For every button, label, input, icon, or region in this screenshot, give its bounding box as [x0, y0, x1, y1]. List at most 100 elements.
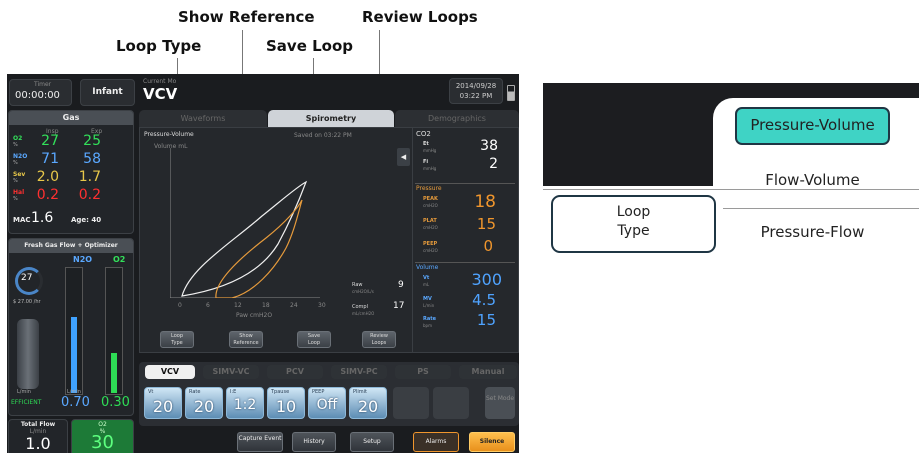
setup-button[interactable]: Setup — [350, 432, 394, 452]
plat-label: PLAT — [423, 218, 437, 224]
menu-option-pressure-flow[interactable]: Pressure-Flow — [735, 223, 890, 241]
pressure-title: Pressure — [416, 185, 442, 192]
optimizer-gauge-value: 27 — [21, 273, 33, 283]
x-tick-label: 6 — [206, 302, 210, 309]
current-mode-value: VCV — [143, 85, 178, 103]
peep-value: 0 — [483, 237, 493, 255]
mv-value: 4.5 — [472, 291, 496, 309]
plot-saved-label: Saved on 03:22 PM — [294, 132, 352, 139]
menu-option-flow-volume[interactable]: Flow-Volume — [735, 171, 890, 189]
mode-tab-vcv[interactable]: VCV — [145, 365, 195, 379]
spirometry-panel: Pressure-Volume Saved on 03:22 PM Volume… — [139, 127, 413, 353]
alarms-button[interactable]: Alarms — [413, 432, 459, 452]
optimizer-cost: $ 27.00 /hr — [13, 299, 41, 305]
gas-exp-3: 0.2 — [78, 187, 101, 203]
param-tpause-label: Tpause — [271, 389, 290, 395]
gas-unit-2: % — [13, 178, 18, 184]
save-loop-button[interactable]: Save Loop — [297, 331, 331, 348]
o2-percent-box[interactable]: O2 % 30 — [71, 419, 134, 453]
menu-separator — [543, 189, 919, 190]
set-mode-button[interactable]: Set Mode — [485, 387, 515, 419]
o2-flow-tube — [105, 267, 123, 395]
gas-agent-2: Sev — [13, 171, 26, 178]
peak-unit: cmH2O — [423, 203, 438, 208]
bag-icon — [17, 319, 39, 389]
menu-separator-2 — [723, 208, 919, 209]
fi-unit: mmHg — [423, 166, 437, 171]
loop-type-menu: Pressure-Volume Flow-Volume Loop Type Pr… — [543, 83, 919, 259]
x-tick-label: 18 — [262, 302, 270, 309]
co2-title: CO2 — [416, 130, 431, 138]
et-label: Et — [423, 141, 429, 147]
fresh-gas-unit-a: L/min — [17, 389, 31, 395]
o2-flow-value: 0.30 — [101, 395, 130, 410]
raw-label: Raw — [352, 282, 363, 288]
show-reference-button-l2: Reference — [233, 340, 259, 346]
tab-spirometry[interactable]: Spirometry — [268, 110, 394, 127]
fi-value: 2 — [489, 156, 498, 172]
param-rate[interactable]: Rate 20 — [185, 387, 223, 419]
timer-label: Timer — [34, 81, 52, 88]
review-loops-button-l2: Loops — [371, 340, 387, 346]
tab-demographics[interactable]: Demographics — [395, 110, 519, 127]
mode-tab-simv-pc[interactable]: SIMV-PC — [331, 365, 387, 379]
param-vt[interactable]: Vt 20 — [144, 387, 182, 419]
loop-type-menu-button-l1: Loop — [616, 204, 651, 220]
param-ie[interactable]: I:E 1:2 — [226, 387, 264, 419]
mv-unit: L/min — [423, 303, 435, 308]
patient-type-button[interactable]: Infant — [80, 79, 135, 106]
o2-percent-value: 30 — [91, 432, 114, 453]
loop-type-button-l1: Loop — [171, 333, 183, 339]
loop-type-button[interactable]: Loop Type — [160, 331, 194, 348]
readings-panel: CO2 Et mmHg 38 Fi mmHg 2 Pressure PEAK c… — [412, 127, 519, 353]
mode-tab-manual[interactable]: Manual — [459, 365, 517, 379]
capture-event-button[interactable]: Capture Event — [237, 432, 283, 452]
pressure-divider — [415, 183, 515, 184]
n2o-flow-bar — [71, 317, 77, 393]
n2o-flow-tube — [65, 267, 83, 395]
param-plimit-value: 20 — [357, 397, 379, 416]
save-loop-button-l1: Save — [307, 333, 321, 339]
raw-value: 9 — [398, 280, 404, 290]
total-flow-box[interactable]: Total Flow L/min 1.0 — [8, 419, 68, 453]
o2-column-label: O2 — [113, 255, 126, 264]
history-button[interactable]: History — [292, 432, 336, 452]
gas-panel: Gas Insp Exp O2% 27 25 N2O% 71 58 Sev% 2.0 1.7 Ha… — [8, 110, 134, 234]
gas-agent-0: O2 — [13, 135, 23, 142]
gas-insp-1: 71 — [41, 151, 59, 167]
gas-unit-3: % — [13, 196, 18, 202]
review-loops-button[interactable]: Review Loops — [362, 331, 396, 348]
tab-waveforms[interactable]: Waveforms — [139, 110, 267, 127]
et-value: 38 — [480, 138, 498, 154]
total-flow-label: Total Flow — [20, 421, 56, 428]
x-tick-label: 12 — [234, 302, 242, 309]
save-loop-button-l2: Loop — [308, 340, 320, 346]
timer-box[interactable]: Timer 00:00:00 — [9, 79, 72, 106]
silence-button[interactable]: Silence — [469, 432, 515, 452]
param-empty-2 — [433, 387, 469, 419]
current-mode-label: Current Mo — [143, 78, 177, 85]
param-tpause[interactable]: Tpause 10 — [267, 387, 305, 419]
x-tick-label: 0 — [178, 302, 182, 309]
param-peep[interactable]: PEEP Off — [308, 387, 346, 419]
vt-label: Vt — [423, 275, 430, 281]
collapse-arrow-button[interactable]: ◀ — [397, 148, 410, 166]
param-plimit[interactable]: Plimit 20 — [349, 387, 387, 419]
mode-tab-pcv[interactable]: PCV — [267, 365, 323, 379]
show-reference-button[interactable]: Show Reference — [229, 331, 263, 348]
time-value: 03:22 PM — [459, 92, 493, 100]
gas-panel-title: Gas — [62, 113, 80, 122]
datetime-box[interactable]: 2014/09/28 03:22 PM — [449, 78, 503, 104]
ventilator-screen: Timer 00:00:00 Infant Current Mo VCV 201… — [7, 74, 519, 453]
date-value: 2014/09/28 — [455, 82, 497, 90]
param-peep-value: Off — [316, 397, 338, 413]
raw-unit: cmH2O/L/s — [352, 289, 374, 294]
peep-unit: cmH2O — [423, 248, 438, 253]
n2o-flow-value: 0.70 — [61, 395, 90, 410]
fi-label: Fi — [423, 159, 429, 165]
timer-value: 00:00:00 — [15, 90, 60, 101]
param-ie-label: I:E — [230, 389, 237, 395]
param-rate-label: Rate — [189, 389, 201, 395]
mode-tab-simv-vc[interactable]: SIMV-VC — [203, 365, 259, 379]
mode-tab-ps[interactable]: PS — [395, 365, 451, 379]
